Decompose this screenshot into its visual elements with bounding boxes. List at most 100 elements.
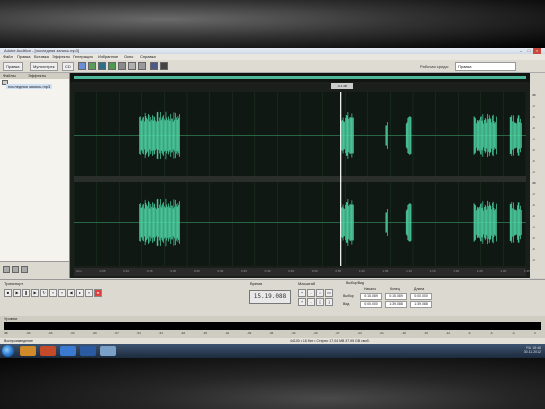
level-meter-tick: -60 [92,331,97,335]
db-ruler-tick: -9 [532,126,535,130]
media-task-icon[interactable] [40,346,56,356]
level-meter-tick: dB [4,331,8,335]
tool-icon[interactable] [78,62,86,70]
selection-start-field[interactable]: 0:15.089 [360,293,382,300]
scrub-icon[interactable] [150,62,158,70]
view-length-field[interactable]: 1:39.088 [410,301,432,308]
level-meter-tick: -27 [335,331,340,335]
hand-icon[interactable] [128,62,136,70]
selection-length-field[interactable]: 0:00.000 [410,293,432,300]
levels-title: Уровни [4,316,18,321]
header-length: Длина [414,287,425,291]
level-meter-tick: -42 [224,331,230,335]
workspace-label: Рабочая среда: [420,64,449,69]
zoom-out-v-button[interactable]: - [307,298,315,306]
time-ruler-tick: 0:50 [311,269,318,273]
zoom-in-v-button[interactable]: + [298,298,306,306]
spot-heal-icon[interactable] [160,62,168,70]
time-ruler-tick: 0:25 [193,269,200,273]
forward-button[interactable]: ▸ [76,289,84,297]
loop-button[interactable]: ↻ [40,289,48,297]
level-meter-tick: -45 [202,331,208,335]
loop-file-icon[interactable] [12,266,19,273]
file-list-item[interactable]: последняя запись.mp3 [6,84,53,89]
level-meter [4,322,541,330]
time-display: 15.19.088 [249,290,291,304]
start-button[interactable] [2,345,14,357]
db-ruler-tick: -6 [532,159,535,163]
go-end-button[interactable]: » [85,289,93,297]
view-end-field[interactable]: 1:39.088 [385,301,407,308]
db-ruler-tick: -9 [532,214,535,218]
tab-effects[interactable]: Эффекты [28,73,46,79]
play-file-icon[interactable] [3,266,10,273]
time-ruler-tick: 1:25 [476,269,483,273]
waveform-editor[interactable]: -0.4 dB hms 0:05 0:10 0:15 0:20 0:25 0:30 0:35 0… [70,73,530,278]
time-ruler-tick: 1:15 [429,269,436,273]
zoom-selection-button[interactable]: ▭ [325,289,333,297]
time-ruler-tick: hms [76,269,82,273]
time-ruler-tick: 0:15 [146,269,153,273]
spectral-icon[interactable] [88,62,96,70]
zoom-left-button[interactable]: [ [316,298,324,306]
level-meter-tick: -6 [489,331,493,335]
level-meter-tick: -57 [114,331,119,335]
db-ruler-tick: -3 [532,192,535,196]
desktop-background-bottom [0,358,545,409]
waveform-icon[interactable] [98,62,106,70]
audition-task-icon[interactable] [100,346,116,356]
selection-end-field[interactable]: 0:15.089 [385,293,407,300]
edit-view-button[interactable]: Правка [3,62,23,71]
time-ruler-tick: 0:30 [217,269,224,273]
skip-silence-button[interactable]: » [49,289,57,297]
taskbar: RU 18:46 30.11.2012 [0,344,545,358]
workspace-select[interactable]: Правка [455,62,516,71]
waveform-display[interactable] [74,92,526,266]
select-icon[interactable] [138,62,146,70]
level-meter-tick: -48 [180,331,185,335]
waveform-svg[interactable] [74,92,526,266]
zoom-full-button[interactable]: ⇔ [316,289,324,297]
zoom-out-h-button[interactable]: - [307,289,315,297]
time-title: Время [250,281,263,286]
db-ruler-tick: -3 [532,170,535,174]
levels-panel: Уровни dB -69 -66 -63 -60 -57 -54 -51 -48 -45 -42-… [0,316,545,338]
autoplay-icon[interactable] [21,266,28,273]
play-to-end-button[interactable]: ▶ [31,289,39,297]
zoom-in-h-button[interactable]: + [298,289,306,297]
system-tray[interactable]: RU 18:46 30.11.2012 [524,346,541,354]
transport-title: Транспорт [4,281,24,286]
time-ruler[interactable]: hms 0:05 0:10 0:15 0:20 0:25 0:30 0:35 0:40 0:45 0… [74,268,530,276]
rewind-button[interactable]: ◀ [67,289,75,297]
go-start-button[interactable]: « [58,289,66,297]
level-meter-tick: -63 [70,331,75,335]
level-meter-tick: -9 [467,331,471,335]
db-ruler-tick: -6 [532,247,535,251]
level-meter-tick: -39 [246,331,252,335]
zoom-right-button[interactable]: ] [325,298,333,306]
view-start-field[interactable]: 0:00.000 [360,301,382,308]
stop-button[interactable]: ■ [4,289,12,297]
browser-task-icon[interactable] [60,346,76,356]
app-window: Adobe Audition - [последняя запись.mp3] … [0,48,545,358]
toolbar: Правка Мультитрек CD Рабочая среда: Прав… [0,60,545,73]
play-button[interactable]: ▶ [13,289,21,297]
tab-files[interactable]: Файлы [3,73,16,79]
db-ruler: dB -3 -6 -9 -∞ -9 -6 -3 dB -3 -6 -9 -∞ -9 -6 -3 [530,73,545,278]
time-ruler-tick: 0:35 [241,269,247,273]
overview-range[interactable] [74,76,526,79]
time-ruler-tick: 0:40 [264,269,271,273]
marquee-icon[interactable] [108,62,116,70]
overview-bar[interactable] [70,73,530,82]
db-ruler-tick: dB [532,181,536,185]
multitrack-view-button[interactable]: Мультитрек [30,62,58,71]
lasso-icon[interactable] [118,62,126,70]
record-button[interactable]: ● [94,289,102,297]
explorer-task-icon[interactable] [20,346,36,356]
level-meter-tick: -54 [136,331,141,335]
pause-button[interactable]: ❚ [22,289,30,297]
folder-task-icon[interactable] [80,346,96,356]
cd-view-button[interactable]: CD [62,62,74,71]
time-ruler-tick: 0:55 [335,269,342,273]
row-label-selection: Выбор [343,294,354,298]
